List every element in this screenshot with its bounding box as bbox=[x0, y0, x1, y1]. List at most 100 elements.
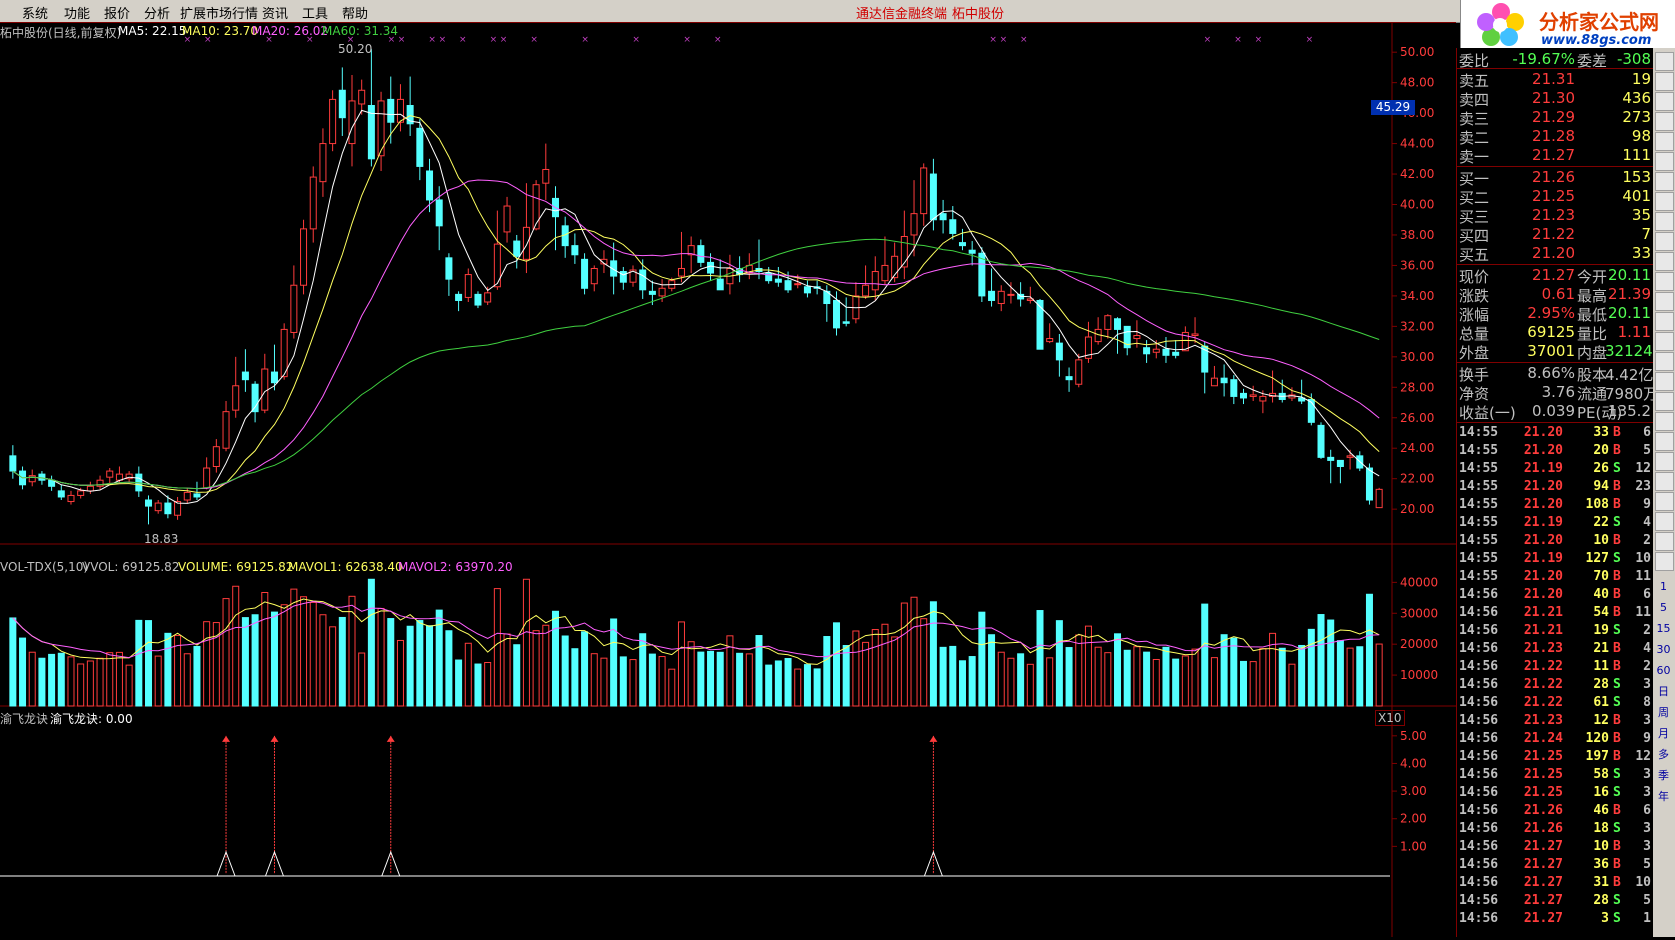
period-button[interactable]: 15 bbox=[1655, 620, 1672, 637]
tick-count: 5 bbox=[1643, 443, 1651, 458]
tool-button-icon[interactable] bbox=[1655, 552, 1674, 571]
price-tick-label: 32.00 bbox=[1400, 319, 1434, 333]
menu-analysis[interactable]: 分析 bbox=[144, 3, 170, 22]
candle-down bbox=[387, 98, 395, 123]
period-button[interactable]: 日 bbox=[1655, 683, 1672, 700]
tool-button-icon[interactable] bbox=[1655, 152, 1674, 171]
logo-url-text: www.88gs.com bbox=[1541, 33, 1652, 48]
volume-bar-up bbox=[997, 651, 1005, 707]
tool-button-icon[interactable] bbox=[1655, 472, 1674, 491]
tool-button-icon[interactable] bbox=[1655, 512, 1674, 531]
tool-button-icon[interactable] bbox=[1655, 412, 1674, 431]
tick-row: 14:56 21.22 28 S 3 bbox=[1457, 676, 1654, 694]
period-button[interactable]: 周 bbox=[1655, 704, 1672, 721]
marker-x: × bbox=[1234, 35, 1242, 45]
menu-extended-market[interactable]: 扩展市场行情 bbox=[180, 3, 258, 22]
period-button[interactable]: 季 bbox=[1655, 767, 1672, 784]
tick-time: 14:56 bbox=[1459, 605, 1499, 620]
site-logo: 分析家公式网 www.88gs.com bbox=[1460, 0, 1675, 48]
webi-row: 委比 -19.67% 委差 -308 bbox=[1457, 50, 1654, 70]
tool-button-icon[interactable] bbox=[1655, 212, 1674, 231]
period-button[interactable]: 月 bbox=[1655, 725, 1672, 742]
candle-down bbox=[416, 127, 424, 167]
volume-bar-down bbox=[1365, 593, 1373, 707]
candle-down bbox=[1055, 342, 1063, 361]
tool-button-icon[interactable] bbox=[1655, 532, 1674, 551]
bid-row: 买二 21.25 401 bbox=[1457, 187, 1654, 207]
tool-button-icon[interactable] bbox=[1655, 132, 1674, 151]
stat-value: 0.61 bbox=[1541, 285, 1575, 303]
mavol1-label: MAVOL1: 62638.40 bbox=[288, 560, 403, 574]
menu-news[interactable]: 资讯 bbox=[262, 3, 288, 22]
tool-button-icon[interactable] bbox=[1655, 192, 1674, 211]
current-price-marker: 45.29 bbox=[1371, 100, 1415, 115]
stat-label: 现价 bbox=[1459, 268, 1490, 286]
tick-time: 14:56 bbox=[1459, 821, 1499, 836]
menu-help[interactable]: 帮助 bbox=[342, 3, 368, 22]
tick-time: 14:56 bbox=[1459, 587, 1499, 602]
tool-button-icon[interactable] bbox=[1655, 112, 1674, 131]
period-button[interactable]: 30 bbox=[1655, 641, 1672, 658]
tool-button-icon[interactable] bbox=[1655, 492, 1674, 511]
tick-price: 21.27 bbox=[1523, 893, 1563, 908]
volume-bar-down bbox=[619, 656, 627, 707]
tool-button-icon[interactable] bbox=[1655, 432, 1674, 451]
stat-label: 量比 bbox=[1577, 325, 1608, 343]
tool-button-icon[interactable] bbox=[1655, 52, 1674, 71]
tool-button-icon[interactable] bbox=[1655, 92, 1674, 111]
tool-button-icon[interactable] bbox=[1655, 292, 1674, 311]
bid-volume: 35 bbox=[1631, 206, 1651, 224]
period-button[interactable]: 多 bbox=[1655, 746, 1672, 763]
volume-bar-down bbox=[1356, 646, 1364, 707]
period-button[interactable]: 60 bbox=[1655, 662, 1672, 679]
candle-up bbox=[464, 274, 472, 298]
volume-bar-up bbox=[881, 623, 889, 707]
candle-up bbox=[1191, 333, 1199, 337]
tool-button-icon[interactable] bbox=[1655, 372, 1674, 391]
menu-tools[interactable]: 工具 bbox=[302, 3, 328, 22]
chart-area[interactable]: 50.00 48.00 46.00 44.00 42.00 40.00 38.00 36.00… bbox=[0, 22, 1456, 937]
candle-up bbox=[910, 213, 918, 236]
webi-value: -19.67% bbox=[1512, 50, 1575, 68]
ask-volume: 111 bbox=[1622, 146, 1651, 164]
period-button[interactable]: 年 bbox=[1655, 788, 1672, 805]
tool-button-icon[interactable] bbox=[1655, 312, 1674, 331]
period-button[interactable]: 1 bbox=[1655, 578, 1672, 595]
volume-bar-down bbox=[697, 651, 705, 707]
volume-bar-down bbox=[949, 645, 957, 707]
tool-button-icon[interactable] bbox=[1655, 72, 1674, 91]
volume-bar-up bbox=[1375, 643, 1383, 707]
tick-row: 14:56 21.20 40 B 6 bbox=[1457, 586, 1654, 604]
stat-value: 32124 bbox=[1605, 342, 1653, 360]
period-button[interactable]: 5 bbox=[1655, 599, 1672, 616]
volume-bar-up bbox=[319, 614, 327, 707]
tool-button-icon[interactable] bbox=[1655, 252, 1674, 271]
tick-time: 14:56 bbox=[1459, 677, 1499, 692]
kline-chart[interactable]: 50.0048.0046.0044.0042.0040.0038.0036.00… bbox=[0, 22, 1456, 937]
tick-row: 14:56 21.23 12 B 3 bbox=[1457, 712, 1654, 730]
ask-volume: 273 bbox=[1622, 108, 1651, 126]
volume-bar-down bbox=[765, 664, 773, 707]
candle-down bbox=[338, 89, 346, 119]
menu-system[interactable]: 系统 bbox=[22, 3, 48, 22]
tool-button-icon[interactable] bbox=[1655, 272, 1674, 291]
tick-price: 21.27 bbox=[1523, 911, 1563, 926]
menu-function[interactable]: 功能 bbox=[64, 3, 90, 22]
volume-bar-up bbox=[125, 664, 133, 707]
price-panel-title: 柘中股份(日线,前复权) bbox=[0, 26, 122, 40]
candle-up bbox=[28, 475, 36, 483]
tick-price: 21.25 bbox=[1523, 785, 1563, 800]
candle-up bbox=[1375, 488, 1383, 509]
menu-quote[interactable]: 报价 bbox=[104, 3, 130, 22]
tick-count: 2 bbox=[1643, 623, 1651, 638]
volume-tick-label: 10000 bbox=[1400, 668, 1438, 682]
tool-button-icon[interactable] bbox=[1655, 392, 1674, 411]
tick-time: 14:56 bbox=[1459, 713, 1499, 728]
tool-button-icon[interactable] bbox=[1655, 452, 1674, 471]
tool-button-icon[interactable] bbox=[1655, 232, 1674, 251]
stat-label: 涨跌 bbox=[1459, 287, 1490, 305]
tool-button-icon[interactable] bbox=[1655, 172, 1674, 191]
tool-button-icon[interactable] bbox=[1655, 332, 1674, 351]
tool-button-icon[interactable] bbox=[1655, 352, 1674, 371]
volume-bar-down bbox=[823, 636, 831, 707]
